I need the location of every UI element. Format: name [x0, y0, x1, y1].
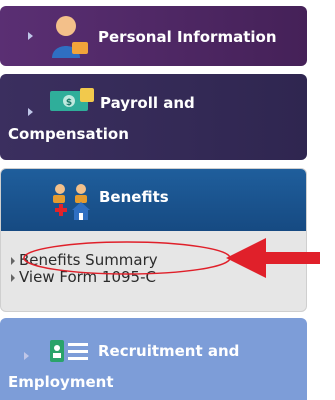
person-icon	[50, 14, 90, 62]
menu-label: Benefits	[99, 188, 169, 206]
submenu-benefits-summary[interactable]: Benefits Summary	[11, 251, 158, 269]
menu-label: Personal Information	[98, 28, 277, 46]
menu-label-line1: Payroll and	[100, 94, 195, 112]
benefits-panel: Benefits Benefits Summary View Form 1095…	[0, 168, 307, 312]
menu-payroll-and-compensation[interactable]: $ Payroll and Compensation	[0, 74, 307, 160]
bullet-triangle-icon	[11, 256, 15, 265]
submenu-label: Benefits Summary	[19, 251, 158, 269]
submenu-view-form-1095c[interactable]: View Form 1095-C	[11, 268, 156, 286]
chevron-right-icon	[24, 352, 29, 360]
menu-recruitment-and-employment[interactable]: Recruitment and Employment	[0, 318, 307, 400]
menu-label-line2: Employment	[8, 373, 114, 391]
svg-text:$: $	[66, 98, 72, 108]
id-card-icon	[50, 340, 90, 368]
chevron-right-icon	[28, 108, 33, 116]
menu-personal-information[interactable]: Personal Information	[0, 6, 307, 66]
bullet-triangle-icon	[11, 273, 15, 282]
money-icon: $	[50, 88, 94, 118]
menu-label-line2: Compensation	[8, 125, 129, 143]
family-house-icon	[51, 181, 91, 225]
submenu-label: View Form 1095-C	[19, 268, 156, 286]
menu-label-line1: Recruitment and	[98, 342, 240, 360]
chevron-right-icon	[28, 32, 33, 40]
menu-benefits[interactable]: Benefits	[1, 169, 306, 231]
